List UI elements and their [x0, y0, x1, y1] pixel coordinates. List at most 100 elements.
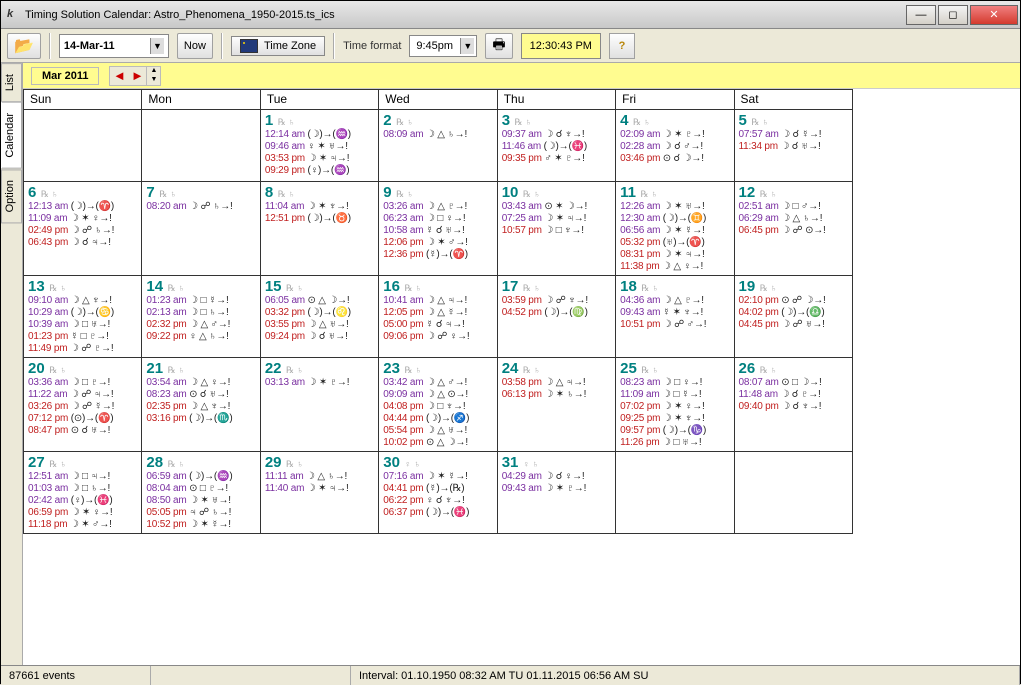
calendar-week: 13 ℞ ♄09:10 am ☽ △ ♆→!10:29 am (☽)→(♋)10…: [24, 276, 853, 358]
event-time: 04:36 am: [620, 295, 663, 306]
event-time: 06:45 pm: [739, 225, 782, 236]
event-symbols: (♀)→(♓): [71, 495, 113, 506]
day-cell[interactable]: 28 ℞ ♄06:59 am (☽)→(♒)08:04 am ⊙ □ ♇→!08…: [142, 452, 260, 534]
event-symbols: ⊙ ☌ ♅→!: [71, 425, 111, 436]
event-line: 08:31 pm ☽ ✶ ♃→!: [620, 249, 729, 261]
event-symbols: ☽ □ ♃→!: [71, 471, 110, 482]
day-cell[interactable]: 1 ℞ ♄12:14 am (☽)→(♒)09:46 am ♀ ✶ ♅→!03:…: [260, 110, 378, 182]
now-button[interactable]: Now: [177, 33, 213, 59]
tab-calendar[interactable]: Calendar: [1, 102, 22, 169]
event-symbols: ☽ ✶ ♃→!: [308, 153, 350, 164]
day-cell[interactable]: 29 ℞ ♄11:11 am ☽ △ ♄→!11:40 am ☽ ✶ ♃→!: [260, 452, 378, 534]
day-cell[interactable]: 31 ♀ ♄04:29 am ☽ ☌ ♀→!09:43 am ☽ ✶ ♇→!: [497, 452, 615, 534]
event-line: 11:48 am ☽ ☌ ♇→!: [739, 389, 848, 401]
close-button[interactable]: ✕: [970, 5, 1018, 25]
day-cell[interactable]: 18 ℞ ♄04:36 am ☽ △ ♇→!09:43 am ☿ ✶ ♆→!10…: [616, 276, 734, 358]
event-time: 02:10 pm: [739, 295, 782, 306]
month-label[interactable]: Mar 2011: [31, 67, 99, 85]
event-line: 04:29 am ☽ ☌ ♀→!: [502, 471, 611, 483]
event-time: 03:59 pm: [502, 295, 545, 306]
event-line: 12:14 am (☽)→(♒): [265, 129, 374, 141]
event-time: 06:29 am: [739, 213, 782, 224]
day-cell[interactable]: 8 ℞ ♄11:04 am ☽ ✶ ♆→!12:51 pm (☽)→(♉): [260, 182, 378, 276]
day-number: 12: [739, 184, 756, 201]
event-time: 03:36 am: [28, 377, 71, 388]
event-time: 04:52 pm: [502, 307, 545, 318]
day-number: 27: [28, 454, 45, 471]
day-cell[interactable]: 2 ℞ ♄08:09 am ☽ △ ♄→!: [379, 110, 497, 182]
day-cell[interactable]: 21 ℞ ♄03:54 am ☽ △ ♀→!08:23 am ⊙ ☌ ♅→!02…: [142, 358, 260, 452]
day-cell[interactable]: 7 ℞ ♄08:20 am ☽ ☍ ♄→!: [142, 182, 260, 276]
day-cell[interactable]: 27 ℞ ♄12:51 am ☽ □ ♃→!01:03 am ☽ □ ♄→!02…: [24, 452, 142, 534]
minimize-button[interactable]: —: [906, 5, 936, 25]
day-cell[interactable]: 10 ℞ ♄03:43 am ⊙ ✶ ☽→!07:25 am ☽ ✶ ♃→!10…: [497, 182, 615, 276]
timezone-button[interactable]: Time Zone: [231, 36, 325, 56]
day-cell[interactable]: 26 ℞ ♄08:07 am ⊙ □ ☽→!11:48 am ☽ ☌ ♇→!09…: [734, 358, 852, 452]
event-time: 04:44 pm: [383, 413, 426, 424]
spin-down-button[interactable]: ▼: [146, 76, 160, 85]
event-time: 11:49 pm: [28, 343, 70, 354]
tab-option[interactable]: Option: [1, 169, 22, 223]
day-cell[interactable]: 9 ℞ ♄03:26 am ☽ △ ♇→!06:23 am ☽ □ ♀→!10:…: [379, 182, 497, 276]
next-month-button[interactable]: ►: [128, 67, 146, 85]
day-cell[interactable]: 12 ℞ ♄02:51 am ☽ □ ♂→!06:29 am ☽ △ ♄→!06…: [734, 182, 852, 276]
event-time: 09:46 am: [265, 141, 308, 152]
day-cell[interactable]: 5 ℞ ♄07:57 am ☽ ☌ ☿→!11:34 pm ☽ ☌ ♅→!: [734, 110, 852, 182]
event-symbols: ☽ △ ♅→!: [308, 319, 349, 330]
event-line: 03:16 pm (☽)→(♏): [146, 413, 255, 425]
spin-up-button[interactable]: ▲: [146, 67, 160, 76]
day-cell[interactable]: 3 ℞ ♄09:37 am ☽ ☌ ♆→!11:46 am (☽)→(♓)09:…: [497, 110, 615, 182]
day-badge: ℞ ♄: [757, 189, 777, 199]
day-cell[interactable]: 20 ℞ ♄03:36 am ☽ □ ♇→!11:22 am ☽ ☍ ♃→!03…: [24, 358, 142, 452]
day-cell[interactable]: 6 ℞ ♄12:13 am (☽)→(♈)11:09 am ☽ ✶ ♀→!02:…: [24, 182, 142, 276]
day-cell[interactable]: 11 ℞ ♄12:26 am ☽ ✶ ♅→!12:30 am (☽)→(♊)06…: [616, 182, 734, 276]
event-symbols: ☽ ✶ ♅→!: [189, 495, 231, 506]
prev-month-button[interactable]: ◄: [110, 67, 128, 85]
help-button[interactable]: ?: [609, 33, 635, 59]
day-cell[interactable]: 16 ℞ ♄10:41 am ☽ △ ♃→!12:05 pm ☽ △ ☿→!05…: [379, 276, 497, 358]
day-cell[interactable]: 23 ℞ ♄03:42 am ☽ △ ♂→!09:09 am ☽ △ ⊙→!04…: [379, 358, 497, 452]
time-format-picker[interactable]: 9:45pm ▼: [409, 35, 477, 57]
event-symbols: (☽)→(♓): [544, 141, 587, 152]
event-symbols: ☽ ☌ ☿→!: [781, 129, 821, 140]
event-line: 09:24 pm ☽ ☌ ♅→!: [265, 331, 374, 343]
day-badge: ℞ ♄: [284, 459, 304, 469]
day-number: 2: [383, 112, 391, 129]
event-line: 04:44 pm (☽)→(♐): [383, 413, 492, 425]
day-number: 7: [146, 184, 154, 201]
event-line: 03:26 am ☽ △ ♇→!: [383, 201, 492, 213]
open-file-button[interactable]: 📂: [7, 33, 41, 59]
day-cell[interactable]: 24 ℞ ♄03:58 pm ☽ △ ♃→!06:13 pm ☽ ✶ ♄→!: [497, 358, 615, 452]
event-time: 11:18 pm: [28, 519, 70, 530]
day-cell[interactable]: 22 ℞ ♄03:13 am ☽ ✶ ♇→!: [260, 358, 378, 452]
day-cell[interactable]: 25 ℞ ♄08:23 am ☽ □ ♀→!11:09 am ☽ □ ☿→!07…: [616, 358, 734, 452]
event-symbols: ☽ ☌ ♀→!: [544, 471, 584, 482]
tab-list[interactable]: List: [1, 63, 22, 102]
day-badge: ℞ ♄: [638, 189, 658, 199]
app-icon: k: [7, 8, 21, 22]
event-line: 03:46 pm ⊙ ☌ ☽→!: [620, 153, 729, 165]
event-line: 08:04 am ⊙ □ ♇→!: [146, 483, 255, 495]
event-symbols: ☽ △ ♄→!: [306, 471, 347, 482]
day-number: 29: [265, 454, 282, 471]
event-line: 02:35 pm ☽ △ ♆→!: [146, 401, 255, 413]
day-badge: ℞ ♄: [402, 365, 422, 375]
event-line: 03:42 am ☽ △ ♂→!: [383, 377, 492, 389]
maximize-button[interactable]: ◻: [938, 5, 968, 25]
day-badge: ℞ ♄: [157, 189, 177, 199]
day-cell[interactable]: 17 ℞ ♄03:59 pm ☽ ☍ ♆→!04:52 pm (☽)→(♍): [497, 276, 615, 358]
day-cell[interactable]: 14 ℞ ♄01:23 am ☽ □ ☿→!02:13 am ☽ □ ♄→!02…: [142, 276, 260, 358]
event-time: 07:57 am: [739, 129, 782, 140]
event-time: 09:37 am: [502, 129, 545, 140]
day-cell[interactable]: 30 ♀ ♄07:16 am ☽ ✶ ☿→!04:41 pm (☿)→(℞)06…: [379, 452, 497, 534]
day-cell[interactable]: 4 ℞ ♄02:09 am ☽ ✶ ♇→!02:28 am ☽ ☌ ♂→!03:…: [616, 110, 734, 182]
day-cell[interactable]: 15 ℞ ♄06:05 am ⊙ △ ☽→!03:32 pm (☽)→(♌)03…: [260, 276, 378, 358]
day-cell[interactable]: 13 ℞ ♄09:10 am ☽ △ ♆→!10:29 am (☽)→(♋)10…: [24, 276, 142, 358]
day-cell[interactable]: 19 ℞ ♄02:10 pm ⊙ ☍ ☽→!04:02 pm (☽)→(♎)04…: [734, 276, 852, 358]
date-picker[interactable]: 14-Mar-11 ▼: [59, 34, 169, 58]
print-button[interactable]: 🖶: [485, 33, 512, 59]
day-badge: ℞ ♄: [512, 117, 532, 127]
event-line: 05:32 pm (♅)→(♈): [620, 237, 729, 249]
event-line: 11:04 am ☽ ✶ ♆→!: [265, 201, 374, 213]
event-time: 07:25 am: [502, 213, 545, 224]
